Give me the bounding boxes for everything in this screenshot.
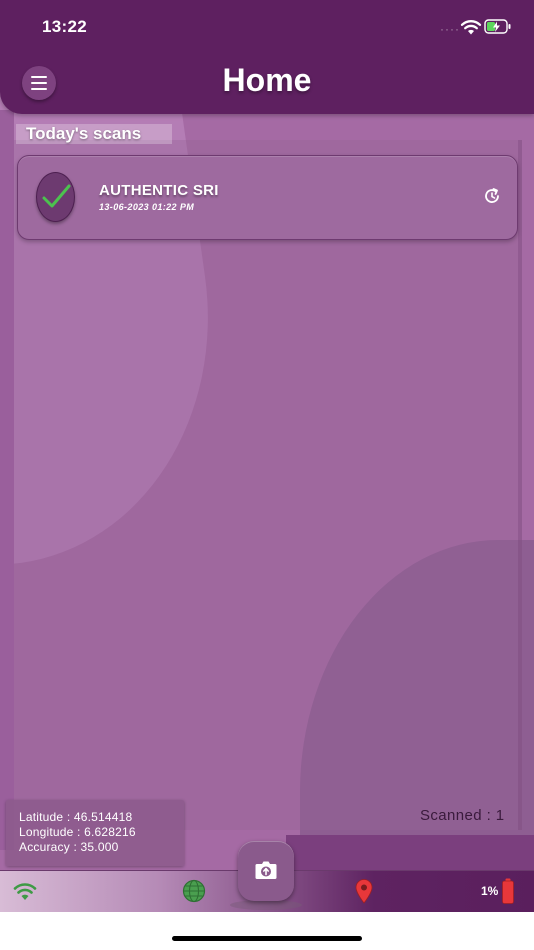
battery-charging-icon (484, 19, 511, 34)
status-time: 13:22 (42, 17, 87, 36)
battery-percent: 1% (481, 884, 499, 898)
section-label: Today's scans (16, 124, 172, 144)
app-screen: 13:22 ···· Home Today's scans AUTHENTIC … (0, 0, 534, 950)
content-panel (14, 140, 522, 830)
battery-low-icon (502, 878, 514, 904)
location-info: Latitude : 46.514418 Longitude : 6.62821… (6, 800, 184, 866)
refresh-icon[interactable] (482, 186, 502, 206)
longitude-text: Longitude : 6.628216 (19, 825, 136, 839)
bottom-shelf (286, 835, 534, 871)
scan-title: AUTHENTIC SRI (99, 182, 219, 199)
background-left-edge (0, 110, 14, 850)
camera-upload-button[interactable] (238, 841, 294, 901)
camera-upload-icon (255, 861, 277, 879)
wifi-signal-icon (13, 883, 37, 900)
camera-button-shadow (230, 900, 302, 910)
location-pin-icon (355, 879, 373, 904)
scan-date: 13-06-2023 01:22 PM (99, 202, 195, 212)
home-indicator (172, 936, 362, 941)
accuracy-text: Accuracy : 35.000 (19, 840, 119, 854)
check-badge (36, 172, 75, 222)
header: 13:22 ···· Home (0, 0, 534, 114)
signal-dots: ···· (440, 22, 460, 36)
check-icon (42, 184, 71, 208)
scan-card[interactable]: AUTHENTIC SRI 13-06-2023 01:22 PM (17, 155, 518, 240)
latitude-text: Latitude : 46.514418 (19, 810, 133, 824)
globe-icon (182, 879, 206, 903)
scanned-count: Scanned : 1 (420, 807, 505, 824)
page-title: Home (222, 62, 312, 98)
wifi-icon (460, 20, 482, 35)
